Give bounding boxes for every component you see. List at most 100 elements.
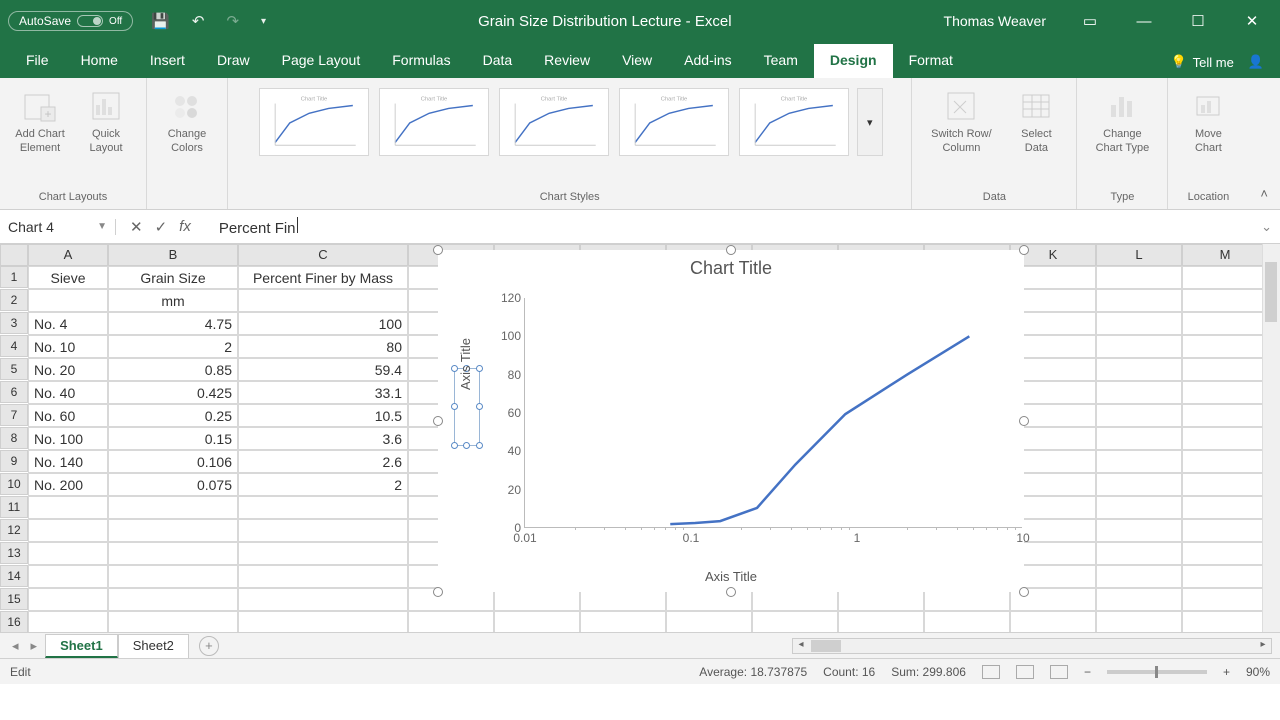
minimize-icon[interactable]: —	[1124, 13, 1164, 30]
zoom-level[interactable]: 90%	[1246, 665, 1270, 679]
cell[interactable]	[1096, 473, 1182, 496]
chart-style-5[interactable]: Chart Title	[739, 88, 849, 156]
cell[interactable]	[238, 496, 408, 519]
row-header-1[interactable]: 1	[0, 266, 28, 288]
cell[interactable]: No. 4	[28, 312, 108, 335]
save-icon[interactable]: 💾	[151, 12, 170, 30]
maximize-icon[interactable]: ☐	[1178, 12, 1218, 30]
tell-me[interactable]: 💡 Tell me	[1162, 54, 1241, 78]
cell[interactable]	[108, 588, 238, 611]
cell[interactable]	[1096, 611, 1182, 632]
cell[interactable]	[1182, 381, 1268, 404]
cell[interactable]	[1096, 266, 1182, 289]
ribbon-display-icon[interactable]: ▭	[1070, 12, 1110, 30]
cell[interactable]	[238, 519, 408, 542]
cell[interactable]	[1096, 312, 1182, 335]
embedded-chart[interactable]: Chart Title Axis Title 0204060801001200.…	[438, 250, 1024, 592]
autosave-toggle[interactable]: AutoSave Off	[8, 11, 133, 31]
collapse-ribbon-icon[interactable]: ˄	[1248, 178, 1280, 209]
move-chart-button[interactable]: Move Chart	[1178, 84, 1238, 156]
cell[interactable]	[28, 565, 108, 588]
cell[interactable]	[1182, 312, 1268, 335]
cell[interactable]: No. 40	[28, 381, 108, 404]
select-data-button[interactable]: Select Data	[1006, 84, 1066, 156]
sheet-tab-sheet1[interactable]: Sheet1	[45, 634, 118, 658]
row-header-14[interactable]: 14	[0, 565, 28, 587]
cell[interactable]	[1182, 519, 1268, 542]
cell[interactable]: Sieve	[28, 266, 108, 289]
cell[interactable]	[1182, 289, 1268, 312]
cell[interactable]	[238, 588, 408, 611]
fx-icon[interactable]: fx	[179, 218, 191, 235]
cell[interactable]: mm	[108, 289, 238, 312]
cell[interactable]: 10.5	[238, 404, 408, 427]
row-header-3[interactable]: 3	[0, 312, 28, 334]
chart-style-3[interactable]: Chart Title	[499, 88, 609, 156]
zoom-in-icon[interactable]: +	[1223, 665, 1230, 679]
switch-row-column-button[interactable]: Switch Row/ Column	[922, 84, 1000, 156]
tab-team[interactable]: Team	[748, 44, 814, 78]
cell[interactable]	[28, 611, 108, 632]
tab-format[interactable]: Format	[893, 44, 969, 78]
cell[interactable]	[1096, 358, 1182, 381]
cell[interactable]	[580, 611, 666, 632]
row-header-10[interactable]: 10	[0, 473, 28, 495]
cell[interactable]	[1182, 496, 1268, 519]
cell[interactable]: No. 100	[28, 427, 108, 450]
horizontal-scrollbar[interactable]: ◂▸	[792, 638, 1272, 654]
sheet-nav-next-icon[interactable]: ▸	[27, 638, 42, 654]
cell[interactable]	[1096, 565, 1182, 588]
page-break-view-icon[interactable]	[1050, 665, 1068, 679]
tab-view[interactable]: View	[606, 44, 668, 78]
col-header-M[interactable]: M	[1182, 244, 1268, 266]
col-header-A[interactable]: A	[28, 244, 108, 266]
cell[interactable]: No. 60	[28, 404, 108, 427]
chevron-down-icon[interactable]: ▼	[97, 221, 107, 232]
cell[interactable]	[1096, 404, 1182, 427]
tab-review[interactable]: Review	[528, 44, 606, 78]
add-chart-element-button[interactable]: + Add Chart Element	[10, 84, 70, 156]
cell[interactable]: 3.6	[238, 427, 408, 450]
cell[interactable]: 0.425	[108, 381, 238, 404]
cell[interactable]	[1182, 542, 1268, 565]
cell[interactable]	[924, 611, 1010, 632]
cell[interactable]: No. 140	[28, 450, 108, 473]
cell[interactable]: Grain Size	[108, 266, 238, 289]
cancel-formula-icon[interactable]: ✕	[130, 218, 143, 236]
row-header-5[interactable]: 5	[0, 358, 28, 380]
page-layout-view-icon[interactable]	[1016, 665, 1034, 679]
cell[interactable]: Percent Finer by Mass	[238, 266, 408, 289]
undo-icon[interactable]: ↶	[192, 12, 205, 30]
expand-formula-icon[interactable]: ⌄	[1253, 219, 1280, 235]
cell[interactable]	[1096, 588, 1182, 611]
tab-draw[interactable]: Draw	[201, 44, 266, 78]
col-header-B[interactable]: B	[108, 244, 238, 266]
cell[interactable]	[752, 611, 838, 632]
tab-insert[interactable]: Insert	[134, 44, 201, 78]
name-box[interactable]: Chart 4▼	[0, 219, 116, 235]
row-header-7[interactable]: 7	[0, 404, 28, 426]
cell[interactable]	[838, 611, 924, 632]
cell[interactable]	[494, 611, 580, 632]
zoom-slider[interactable]	[1107, 670, 1207, 674]
cell[interactable]	[1182, 427, 1268, 450]
cell[interactable]	[108, 611, 238, 632]
plot-area[interactable]: 0204060801001200.010.1110	[524, 298, 1022, 528]
cell[interactable]: No. 200	[28, 473, 108, 496]
col-header-L[interactable]: L	[1096, 244, 1182, 266]
sheet-tab-sheet2[interactable]: Sheet2	[118, 634, 189, 658]
cell[interactable]: 59.4	[238, 358, 408, 381]
cell[interactable]	[1182, 473, 1268, 496]
cell[interactable]: 80	[238, 335, 408, 358]
close-icon[interactable]: ✕	[1232, 12, 1272, 30]
cell[interactable]: No. 20	[28, 358, 108, 381]
cell[interactable]	[1096, 450, 1182, 473]
cell[interactable]	[1182, 335, 1268, 358]
cell[interactable]: 0.075	[108, 473, 238, 496]
user-name[interactable]: Thomas Weaver	[944, 13, 1046, 29]
cell[interactable]: 2.6	[238, 450, 408, 473]
tab-design[interactable]: Design	[814, 44, 893, 78]
tab-add-ins[interactable]: Add-ins	[668, 44, 747, 78]
row-header-11[interactable]: 11	[0, 496, 28, 518]
normal-view-icon[interactable]	[982, 665, 1000, 679]
